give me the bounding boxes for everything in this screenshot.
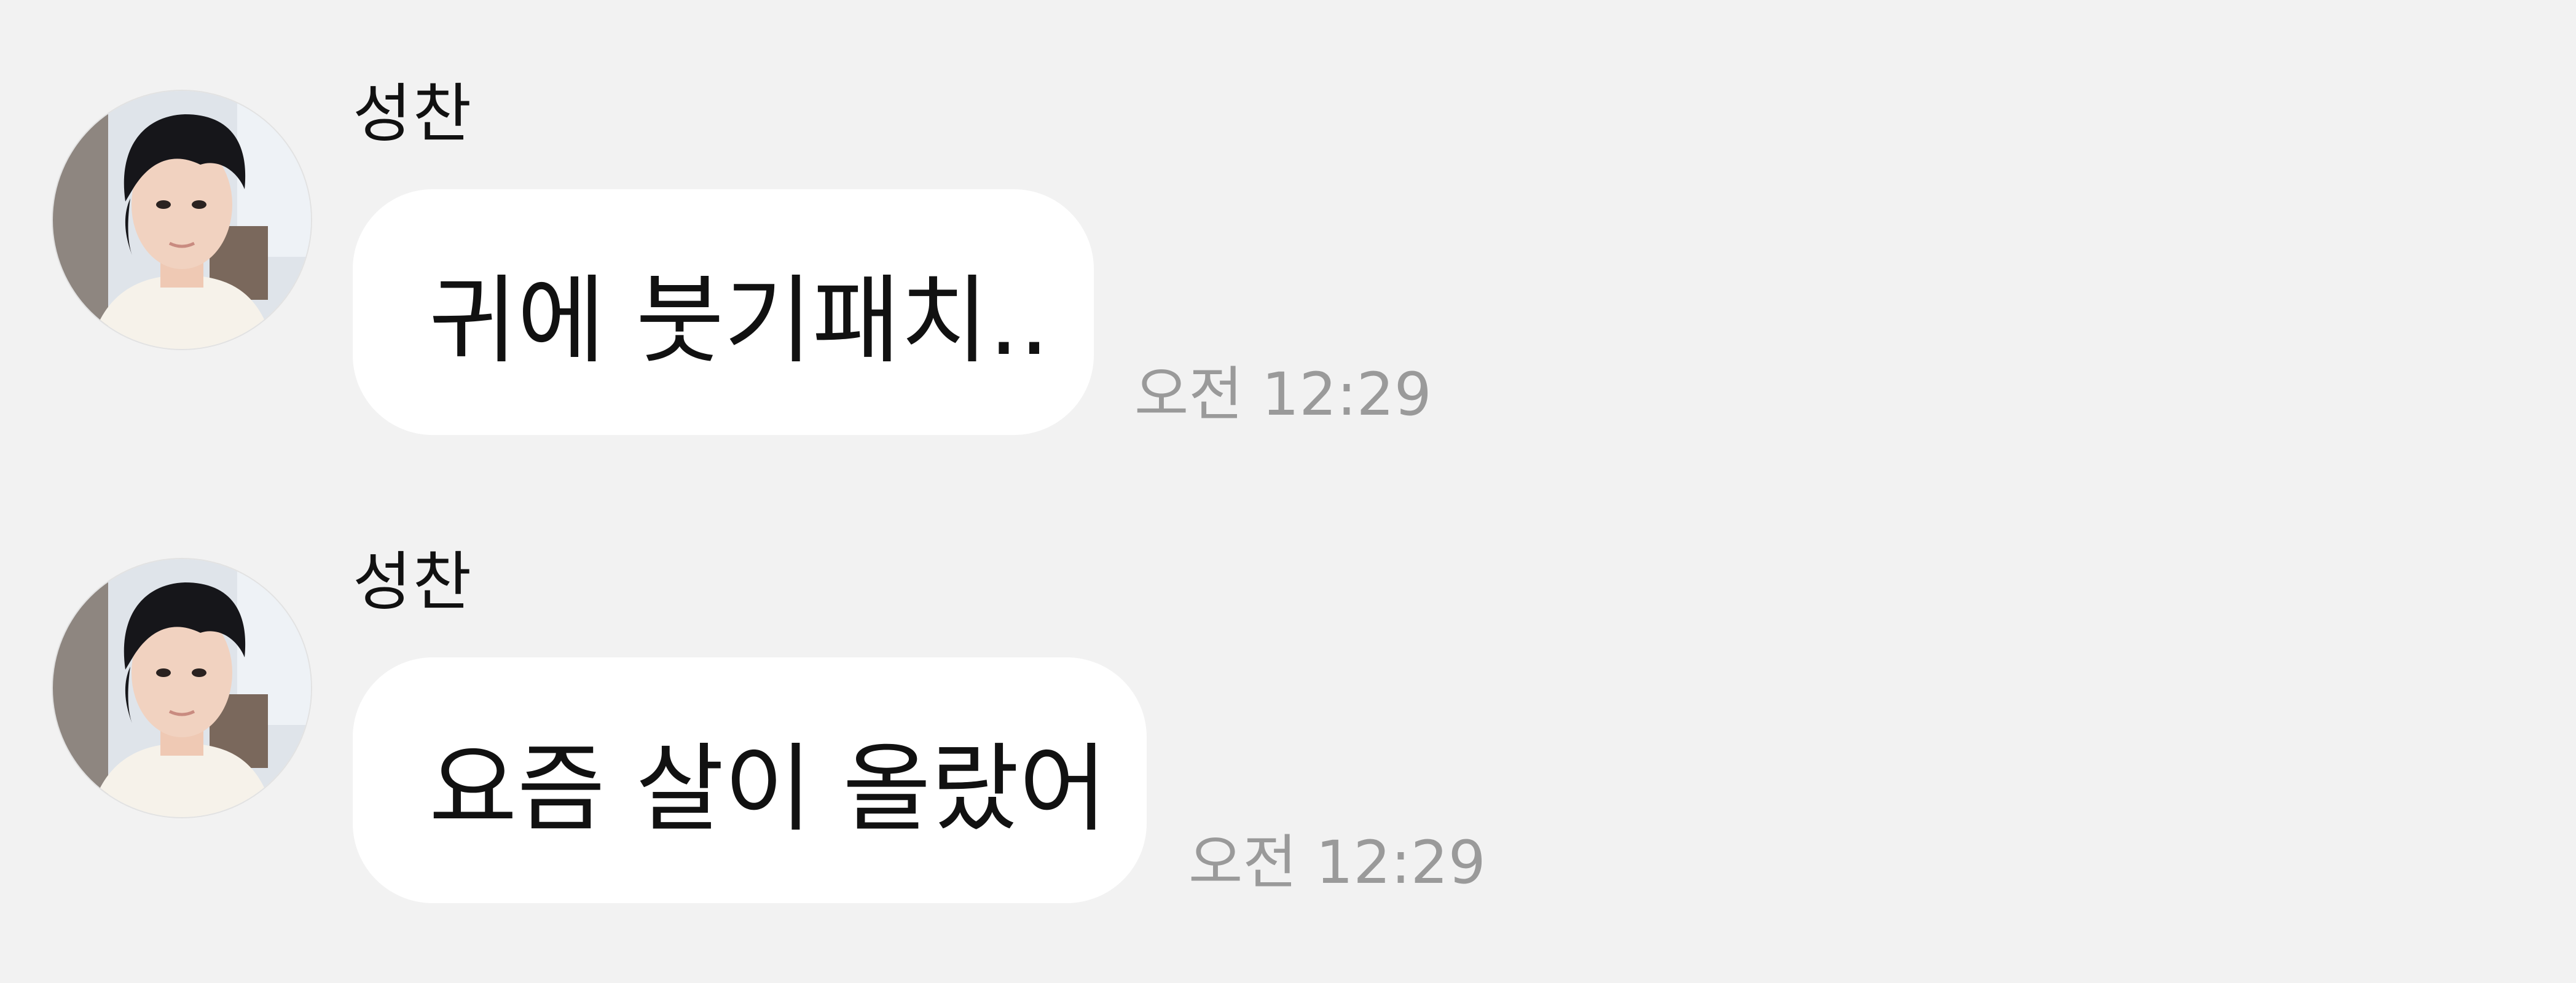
message-timestamp: 오전 12:29 [1134, 360, 1432, 429]
message-text: 귀에 붓기패치.. [429, 265, 1050, 377]
profile-photo-icon [53, 91, 311, 349]
profile-photo-icon [53, 559, 311, 817]
message-group: 성찬 요즘 살이 올랐어 오전 12:29 [0, 544, 2576, 977]
message-text: 요즘 살이 올랐어 [429, 733, 1107, 845]
message-bubble[interactable]: 귀에 붓기패치.. [353, 189, 1094, 435]
sender-avatar[interactable] [53, 91, 311, 349]
message-timestamp: 오전 12:29 [1188, 828, 1486, 897]
sender-name: 성찬 [353, 544, 473, 619]
message-bubble[interactable]: 요즘 살이 올랐어 [353, 657, 1147, 903]
sender-avatar[interactable] [53, 559, 311, 817]
chat-message-list: 성찬 귀에 붓기패치.. 오전 12:29 성찬 요즘 살이 올랐어 오전 12… [0, 0, 2576, 983]
message-group: 성찬 귀에 붓기패치.. 오전 12:29 [0, 76, 2576, 509]
sender-name: 성찬 [353, 76, 473, 151]
